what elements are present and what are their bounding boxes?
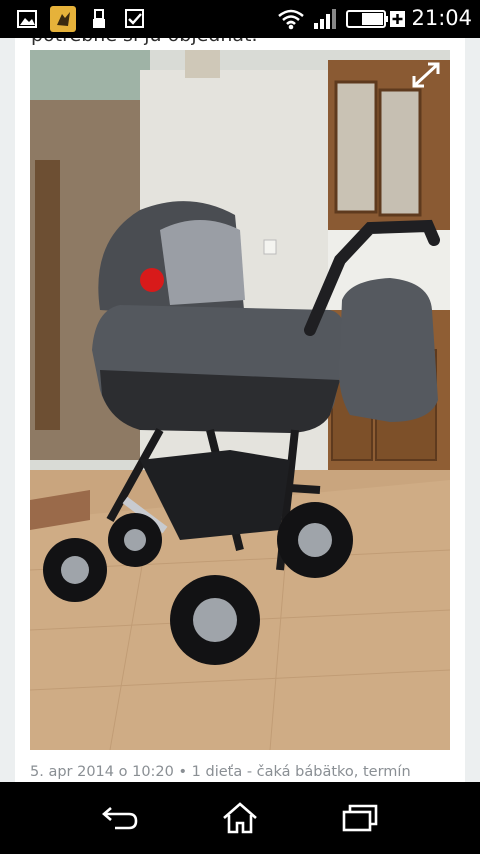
post-text: potrebné si ju objednať.	[31, 38, 258, 46]
clock: 21:04	[411, 6, 472, 30]
back-button[interactable]	[90, 798, 150, 838]
battery-icon	[346, 10, 405, 28]
navigation-bar	[0, 782, 480, 854]
status-bar: 21:04	[0, 0, 480, 38]
usb-icon	[93, 9, 105, 28]
gallery-icon	[17, 10, 37, 28]
recent-apps-icon	[342, 804, 378, 832]
post-meta: 5. apr 2014 o 10:20 • 1 dieťa - čaká báb…	[30, 764, 411, 780]
checkbox-icon	[125, 9, 144, 28]
stroller-photo[interactable]	[30, 50, 450, 750]
app-notification-icon	[50, 6, 76, 32]
photo-image	[30, 50, 450, 750]
page-content[interactable]: potrebné si ju objednať.	[0, 38, 480, 782]
home-button[interactable]	[210, 798, 270, 838]
wifi-icon	[278, 9, 304, 30]
recent-apps-button[interactable]	[330, 798, 390, 838]
signal-icon	[314, 9, 336, 29]
home-icon	[223, 802, 257, 834]
back-icon	[102, 807, 138, 830]
post-card: potrebné si ju objednať.	[15, 38, 465, 782]
